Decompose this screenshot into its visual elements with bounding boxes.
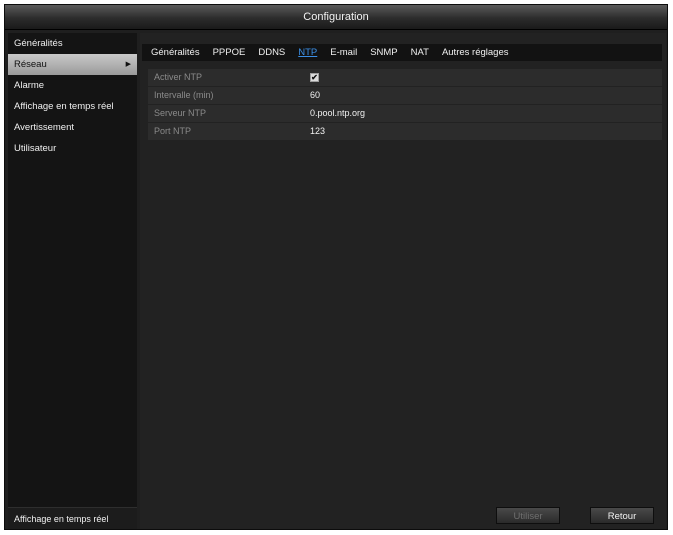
tab-email[interactable]: E-mail (330, 44, 357, 61)
sidebar: Généralités Réseau ▶ Alarme Affichage en… (8, 33, 137, 529)
tab-snmp[interactable]: SNMP (370, 44, 397, 61)
sidebar-item-alarme[interactable]: Alarme (8, 75, 137, 96)
server-field[interactable]: 0.pool.ntp.org (310, 105, 662, 122)
tab-generalites[interactable]: Généralités (151, 44, 200, 61)
form-row-server: Serveur NTP 0.pool.ntp.org (148, 105, 662, 122)
window-title: Configuration (5, 5, 667, 30)
tab-ddns[interactable]: DDNS (258, 44, 285, 61)
sidebar-item-avertissement[interactable]: Avertissement (8, 117, 137, 138)
enable-ntp-label: Activer NTP (154, 72, 203, 82)
tab-bar: Généralités PPPOE DDNS NTP E-mail SNMP N… (142, 44, 662, 61)
sidebar-item-label: Avertissement (14, 122, 75, 133)
port-label: Port NTP (154, 126, 192, 136)
sidebar-item-label: Alarme (14, 80, 45, 91)
sidebar-item-generalites[interactable]: Généralités (8, 33, 137, 54)
tab-nat[interactable]: NAT (411, 44, 429, 61)
form-row-interval: Intervalle (min) 60 (148, 87, 662, 104)
live-view-button[interactable]: Affichage en temps réel (8, 507, 137, 529)
enable-ntp-checkbox[interactable]: ✔ (310, 73, 319, 82)
ntp-settings-form: Activer NTP ✔ Intervalle (min) 60 Serveu… (148, 69, 662, 141)
sidebar-item-label: Utilisateur (14, 143, 57, 154)
form-row-enable-ntp: Activer NTP ✔ (148, 69, 662, 86)
sidebar-item-affichage[interactable]: Affichage en temps réel (8, 96, 137, 117)
chevron-right-icon: ▶ (125, 61, 131, 68)
sidebar-item-utilisateur[interactable]: Utilisateur (8, 138, 137, 159)
config-window: Configuration Généralités Réseau ▶ Alarm… (4, 4, 668, 530)
sidebar-item-label: Affichage en temps réel (14, 101, 114, 112)
tab-ntp[interactable]: NTP (298, 44, 317, 61)
main-panel: Généralités PPPOE DDNS NTP E-mail SNMP N… (140, 33, 666, 529)
interval-label: Intervalle (min) (154, 90, 214, 100)
form-row-port: Port NTP 123 (148, 123, 662, 140)
sidebar-item-label: Réseau (14, 59, 47, 70)
sidebar-item-reseau[interactable]: Réseau ▶ (8, 54, 137, 75)
port-field[interactable]: 123 (310, 123, 662, 140)
tab-autres-reglages[interactable]: Autres réglages (442, 44, 509, 61)
back-button[interactable]: Retour (590, 507, 654, 524)
server-label: Serveur NTP (154, 108, 207, 118)
tab-pppoe[interactable]: PPPOE (213, 44, 246, 61)
interval-field[interactable]: 60 (310, 87, 662, 104)
sidebar-item-label: Généralités (14, 38, 63, 49)
apply-button[interactable]: Utiliser (496, 507, 560, 524)
